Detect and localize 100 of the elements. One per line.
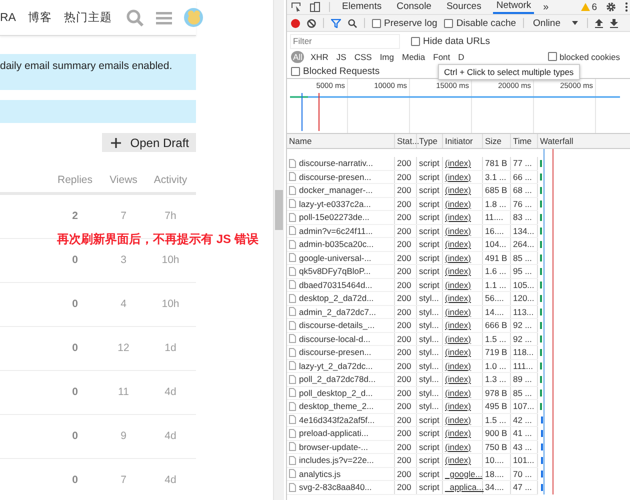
request-name[interactable]: discourse-details_... xyxy=(299,319,375,332)
scrollbar-thumb[interactable] xyxy=(275,190,283,230)
request-name[interactable]: desktop_2_da72d... xyxy=(299,292,374,304)
request-name[interactable]: discourse-presen... xyxy=(299,346,372,358)
initiator-link[interactable]: (index) xyxy=(443,184,483,196)
initiator-link[interactable]: _applica... xyxy=(443,481,483,494)
request-name[interactable]: docker_manager-... xyxy=(299,184,373,196)
request-name[interactable]: discourse-local-d... xyxy=(299,332,370,345)
initiator-link[interactable]: (index) xyxy=(443,252,483,264)
initiator-link[interactable]: (index) xyxy=(443,373,483,386)
request-name[interactable]: svg-2-83c8aa840... xyxy=(299,481,372,494)
initiator-link[interactable]: (index) xyxy=(443,170,483,183)
nav-link[interactable]: 博客 xyxy=(28,10,52,25)
initiator-link[interactable]: (index) xyxy=(443,427,483,440)
scrollbar[interactable] xyxy=(273,0,284,500)
request-name[interactable]: discourse-narrativ... xyxy=(299,157,374,170)
table-cell: styl... xyxy=(417,386,443,399)
request-name[interactable]: admin?v=6c24f11... xyxy=(299,224,373,237)
initiator-link[interactable]: (index) xyxy=(443,211,483,224)
request-name[interactable]: lazy-yt_2_da72dc... xyxy=(299,360,373,372)
search-icon[interactable] xyxy=(348,18,357,28)
filter-icon[interactable] xyxy=(331,18,341,28)
table-cell: styl... xyxy=(417,306,443,318)
checkbox[interactable]: Blocked Requests xyxy=(291,66,380,76)
initiator-link[interactable]: (index) xyxy=(443,157,483,170)
initiator-link[interactable]: (index) xyxy=(443,386,483,399)
download-icon[interactable] xyxy=(610,18,618,28)
devtools-tab[interactable]: Console xyxy=(394,0,434,14)
request-name[interactable]: poll_desktop_2_d... xyxy=(299,386,373,399)
request-name[interactable]: admin-b035ca20c... xyxy=(299,238,374,250)
initiator-link[interactable]: (index) xyxy=(443,198,483,210)
initiator-link[interactable]: (index) xyxy=(443,332,483,345)
column-header[interactable]: Waterfall xyxy=(538,134,630,148)
table-cell: script xyxy=(417,278,443,291)
record-icon[interactable] xyxy=(291,18,300,28)
request-name[interactable]: poll-15e02273de... xyxy=(299,211,370,224)
request-name[interactable]: lazy-yt-e0337c2a... xyxy=(299,198,371,210)
type-filter-button[interactable]: Media xyxy=(400,50,428,62)
request-name[interactable]: browser-update-... xyxy=(299,440,368,453)
more-tabs-button[interactable]: » xyxy=(543,2,549,12)
request-name[interactable]: poll_2_da72dc78d... xyxy=(299,373,376,386)
throttling-dropdown[interactable]: Online xyxy=(531,18,580,28)
initiator-link[interactable]: (index) xyxy=(443,319,483,332)
checkbox[interactable]: blocked cookies xyxy=(548,52,620,62)
settings-icon[interactable] xyxy=(606,2,616,12)
request-name[interactable]: discourse-presen... xyxy=(299,170,372,183)
type-filter-button[interactable]: JS xyxy=(334,50,348,62)
table-cell-text: 4d xyxy=(164,474,178,488)
column-header[interactable]: Stat... xyxy=(395,134,417,148)
clear-icon[interactable] xyxy=(307,18,316,28)
request-name[interactable]: admin_2_da72dc7... xyxy=(299,306,376,318)
type-filter-button[interactable]: CSS xyxy=(352,50,374,62)
more-options-icon[interactable] xyxy=(625,2,628,12)
initiator-link[interactable]: (index) xyxy=(443,238,483,250)
table-cell: 1.6 ... xyxy=(483,265,511,278)
initiator-link[interactable]: (index) xyxy=(443,306,483,318)
table-cell: script xyxy=(417,427,443,440)
request-name[interactable]: dbaed70315464d... xyxy=(299,278,372,291)
table-cell: 781 B xyxy=(483,157,511,170)
type-filter-button[interactable]: XHR xyxy=(308,50,330,62)
request-name[interactable]: google-universal-... xyxy=(299,252,372,264)
initiator-link[interactable]: (index) xyxy=(443,414,483,426)
request-name[interactable]: desktop_theme_2... xyxy=(299,400,374,412)
table-cell-text: 11 xyxy=(117,386,130,400)
initiator-link[interactable]: (index) xyxy=(443,224,483,237)
nav-link[interactable]: RA xyxy=(0,12,16,24)
request-name[interactable]: qk5v8DFy7qBloP... xyxy=(299,265,371,278)
type-filter-button[interactable]: Font xyxy=(431,50,452,62)
checkbox[interactable]: Disable cache xyxy=(444,18,516,28)
upload-icon[interactable] xyxy=(595,18,604,28)
device-icon[interactable] xyxy=(310,2,320,12)
devtools-tab[interactable]: Sources xyxy=(443,0,484,14)
warnings-badge[interactable]: 6 xyxy=(580,2,597,12)
initiator-link[interactable]: (index) xyxy=(443,440,483,453)
initiator-link[interactable]: (index) xyxy=(443,278,483,291)
request-name[interactable]: analytics.js xyxy=(299,468,341,480)
open-draft-button[interactable]: Open Draft xyxy=(102,133,196,152)
request-name[interactable]: 4e16d343f2a2af5f... xyxy=(299,414,375,426)
request-name[interactable]: includes.js?v=22e... xyxy=(299,454,374,466)
inspect-icon[interactable] xyxy=(291,2,301,12)
column-header[interactable]: Name xyxy=(287,134,395,148)
nav-link[interactable]: 热门主题 xyxy=(64,10,112,25)
initiator-link[interactable]: (index) xyxy=(443,400,483,412)
type-filter-button[interactable]: Img xyxy=(378,50,396,62)
devtools-tab[interactable]: Elements xyxy=(339,0,385,14)
column-header[interactable]: Size xyxy=(483,134,511,148)
initiator-link[interactable]: (index) xyxy=(443,346,483,358)
type-filter-button[interactable]: D xyxy=(456,50,466,62)
initiator-link[interactable]: (index) xyxy=(443,265,483,278)
initiator-link[interactable]: (index) xyxy=(443,360,483,372)
request-name[interactable]: preload-applicati... xyxy=(299,427,368,440)
column-header[interactable]: Initiator xyxy=(443,134,483,148)
initiator-link[interactable]: _google... xyxy=(443,468,483,480)
column-header[interactable]: Time xyxy=(511,134,538,148)
checkbox[interactable]: Hide data URLs xyxy=(411,36,490,46)
initiator-link[interactable]: (index) xyxy=(443,454,483,466)
initiator-link[interactable]: (index) xyxy=(443,292,483,304)
filter-field[interactable]: Filter xyxy=(291,34,399,48)
checkbox[interactable]: Preserve log xyxy=(372,18,438,28)
column-header[interactable]: Type xyxy=(417,134,443,148)
